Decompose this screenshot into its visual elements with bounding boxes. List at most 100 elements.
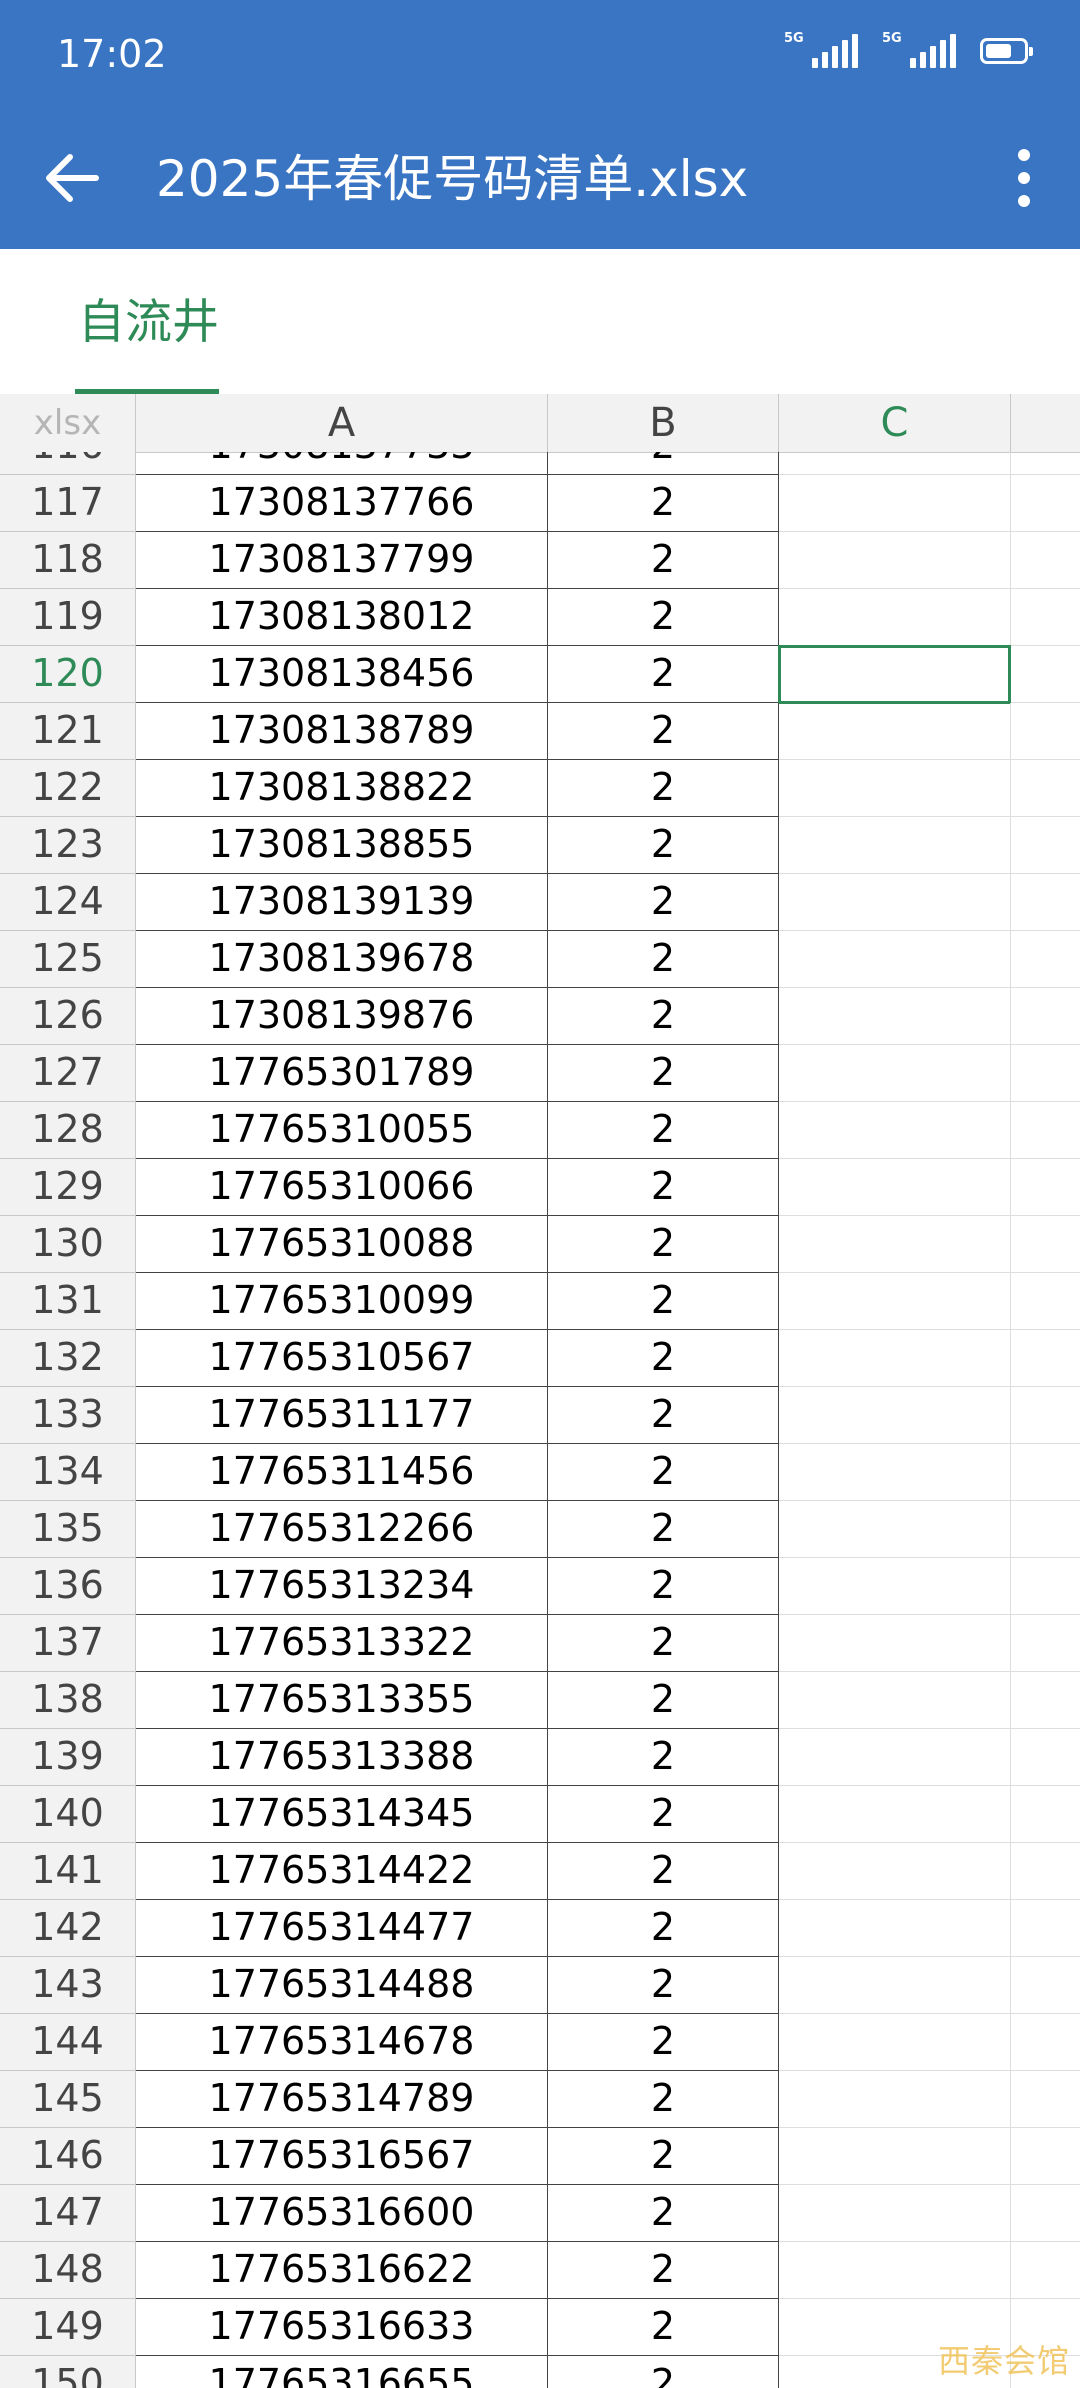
cell-b[interactable]: 2 [548,1501,779,1558]
cell-d[interactable] [1011,1900,1080,1957]
back-arrow-icon[interactable] [36,140,112,216]
cell-d[interactable] [1011,1216,1080,1273]
cell-c[interactable] [779,1444,1011,1501]
cell-a[interactable]: 17765312266 [136,1501,548,1558]
cell-a[interactable]: 17765310099 [136,1273,548,1330]
cell-d[interactable] [1011,817,1080,874]
cell-c[interactable] [779,1672,1011,1729]
row-number[interactable]: 147 [0,2185,136,2242]
cell-b[interactable]: 2 [548,1102,779,1159]
cell-c[interactable] [779,1957,1011,2014]
cell-b[interactable]: 2 [548,1558,779,1615]
cell-c[interactable] [779,2242,1011,2299]
cell-a[interactable]: 17765314477 [136,1900,548,1957]
cell-b[interactable]: 2 [548,452,779,475]
cell-d[interactable] [1011,1045,1080,1102]
cell-d[interactable] [1011,1558,1080,1615]
cell-d[interactable] [1011,2185,1080,2242]
cell-c[interactable] [779,1387,1011,1444]
cell-b[interactable]: 2 [548,532,779,589]
cell-a[interactable]: 17308138855 [136,817,548,874]
cell-c[interactable] [779,760,1011,817]
cell-c[interactable] [779,1501,1011,1558]
row-number[interactable]: 117 [0,475,136,532]
cell-d[interactable] [1011,874,1080,931]
sheet-tab-zi-liu-jing[interactable]: 自流井 [78,293,219,353]
cell-b[interactable]: 2 [548,1216,779,1273]
cell-a[interactable]: 17765313322 [136,1615,548,1672]
row-number[interactable]: 134 [0,1444,136,1501]
row-number[interactable]: 149 [0,2299,136,2356]
cell-c[interactable] [779,475,1011,532]
cell-b[interactable]: 2 [548,817,779,874]
cell-c[interactable] [779,1843,1011,1900]
row-number[interactable]: 139 [0,1729,136,1786]
cell-c[interactable] [779,532,1011,589]
row-number[interactable]: 127 [0,1045,136,1102]
row-number[interactable]: 142 [0,1900,136,1957]
cell-a[interactable]: 17308137733 [136,452,548,475]
cell-b[interactable]: 2 [548,1843,779,1900]
cell-c[interactable] [779,2014,1011,2071]
cell-a[interactable]: 17765316655 [136,2356,548,2388]
cell-a[interactable]: 17765310088 [136,1216,548,1273]
row-number[interactable]: 140 [0,1786,136,1843]
row-number[interactable]: 138 [0,1672,136,1729]
cell-c[interactable] [779,1216,1011,1273]
cell-c[interactable] [779,703,1011,760]
row-number[interactable]: 141 [0,1843,136,1900]
cell-d[interactable] [1011,475,1080,532]
cell-b[interactable]: 2 [548,1444,779,1501]
cell-d[interactable] [1011,988,1080,1045]
cell-a[interactable]: 17308138789 [136,703,548,760]
row-number[interactable]: 150 [0,2356,136,2388]
cell-c[interactable] [779,1102,1011,1159]
cell-b[interactable]: 2 [548,2185,779,2242]
cell-c[interactable] [779,1558,1011,1615]
cell-b[interactable]: 2 [548,1672,779,1729]
cell-a[interactable]: 17308138456 [136,646,548,703]
cell-b[interactable]: 2 [548,1159,779,1216]
cell-b[interactable]: 2 [548,1330,779,1387]
cell-a[interactable]: 17308138012 [136,589,548,646]
cell-a[interactable]: 17765314488 [136,1957,548,2014]
spreadsheet-grid[interactable]: xlsx A B C 11617308137733211717308137766… [0,394,1080,2388]
cell-d[interactable] [1011,1843,1080,1900]
cell-c[interactable] [779,931,1011,988]
row-number[interactable]: 130 [0,1216,136,1273]
cell-a[interactable]: 17765311456 [136,1444,548,1501]
cell-a[interactable]: 17308137799 [136,532,548,589]
cell-b[interactable]: 2 [548,646,779,703]
cell-a[interactable]: 17765316600 [136,2185,548,2242]
cell-d[interactable] [1011,931,1080,988]
cell-b[interactable]: 2 [548,988,779,1045]
cell-b[interactable]: 2 [548,1387,779,1444]
cell-b[interactable]: 2 [548,1786,779,1843]
cell-d[interactable] [1011,1615,1080,1672]
cell-b[interactable]: 2 [548,589,779,646]
cell-c[interactable] [779,2071,1011,2128]
cell-a[interactable]: 17308139139 [136,874,548,931]
cell-c[interactable] [779,452,1011,475]
cell-a[interactable]: 17765314789 [136,2071,548,2128]
row-number[interactable]: 124 [0,874,136,931]
cell-a[interactable]: 17765313388 [136,1729,548,1786]
cell-d[interactable] [1011,1501,1080,1558]
cell-b[interactable]: 2 [548,475,779,532]
row-number[interactable]: 129 [0,1159,136,1216]
cell-d[interactable] [1011,760,1080,817]
cell-c[interactable] [779,589,1011,646]
cell-c[interactable] [779,2185,1011,2242]
cell-c[interactable] [779,817,1011,874]
row-number[interactable]: 125 [0,931,136,988]
cell-c[interactable] [779,988,1011,1045]
row-number[interactable]: 119 [0,589,136,646]
column-header-a[interactable]: A [136,394,548,452]
cell-d[interactable] [1011,1102,1080,1159]
cell-d[interactable] [1011,1957,1080,2014]
row-number[interactable]: 148 [0,2242,136,2299]
cell-b[interactable]: 2 [548,760,779,817]
cell-a[interactable]: 17765316633 [136,2299,548,2356]
row-number[interactable]: 144 [0,2014,136,2071]
cell-b[interactable]: 2 [548,1615,779,1672]
